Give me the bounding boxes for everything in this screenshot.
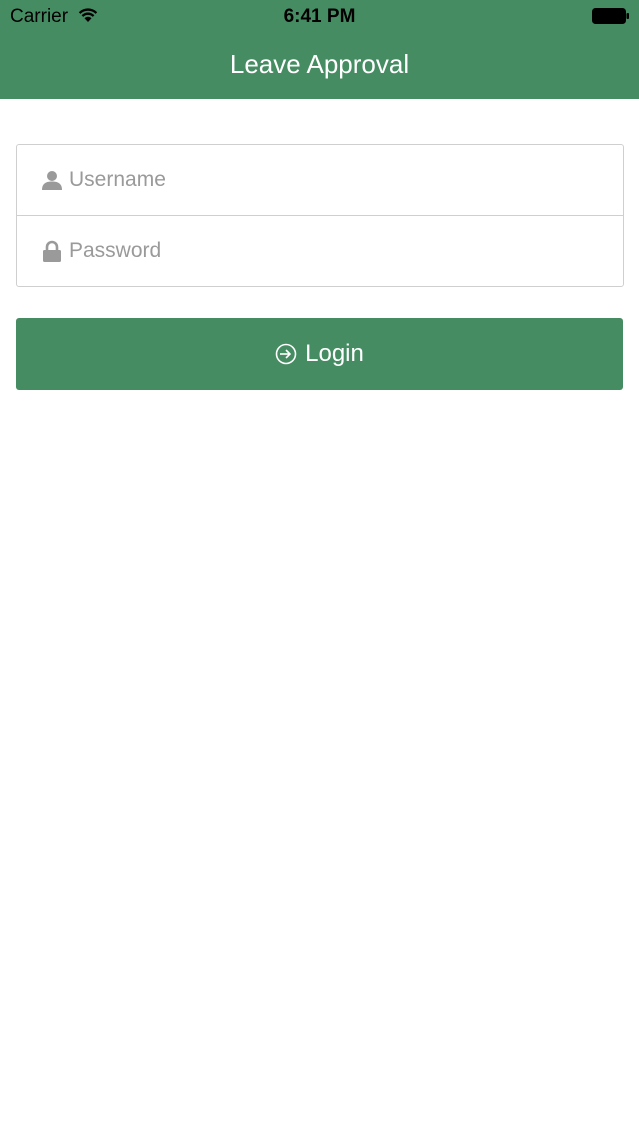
status-time: 6:41 PM [283, 6, 356, 27]
login-button[interactable]: Login [16, 318, 623, 390]
battery-icon [592, 8, 630, 24]
password-input[interactable] [69, 216, 609, 286]
page-title: Leave Approval [229, 49, 410, 79]
username-field-row [17, 145, 623, 215]
status-bar: Carrier 6:41 PM [0, 0, 639, 32]
login-form [16, 144, 624, 287]
login-icon [275, 343, 297, 365]
lock-icon [41, 240, 63, 262]
password-field-row [17, 216, 623, 286]
login-button-label: Login [305, 340, 364, 367]
username-input[interactable] [69, 145, 609, 215]
user-icon [41, 169, 63, 191]
app-header: Carrier 6:41 PM Leave Approval [0, 0, 639, 99]
